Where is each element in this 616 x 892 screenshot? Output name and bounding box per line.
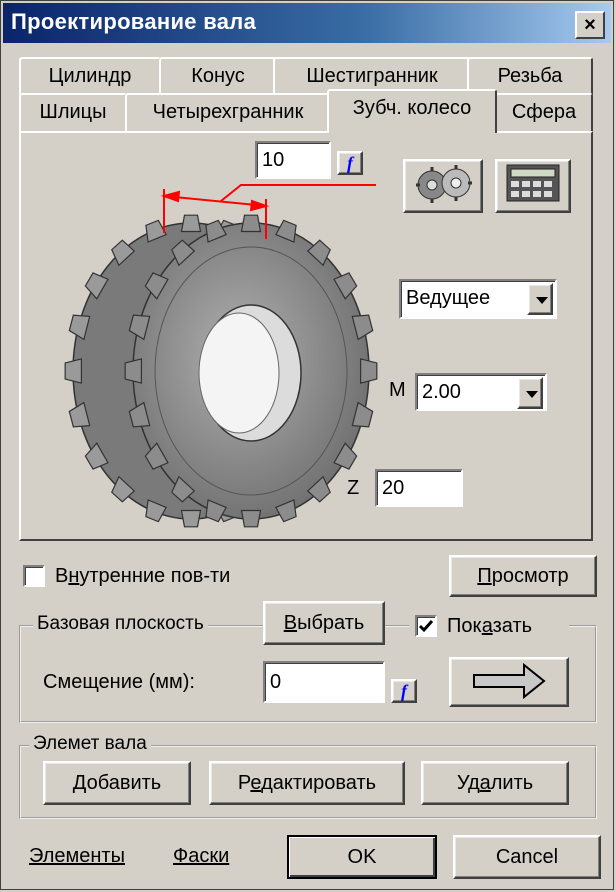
delete-element-button[interactable]: Удалить — [421, 761, 569, 805]
direction-button[interactable] — [449, 657, 569, 707]
tab-cylinder[interactable]: Цилиндр — [19, 57, 161, 95]
shaft-element-label: Элемет вала — [29, 733, 151, 755]
add-element-button[interactable]: Добавить — [43, 761, 191, 805]
chamfers-link[interactable]: Фаски — [173, 845, 229, 868]
tab-splines[interactable]: Шлицы — [19, 93, 127, 131]
chevron-down-icon[interactable] — [527, 283, 553, 315]
calculator-icon — [506, 164, 560, 202]
gear-type-value: Ведущее — [406, 287, 491, 309]
internal-surfaces-label: Внутренние пов-ти — [55, 565, 231, 587]
cancel-button[interactable]: Cancel — [453, 835, 601, 879]
elements-link[interactable]: Элементы — [29, 845, 125, 868]
offset-formula-button[interactable]: f — [391, 679, 417, 703]
gear-illustration — [64, 184, 378, 528]
window-title: Проектирование вала — [11, 9, 257, 34]
internal-surfaces-checkbox[interactable] — [23, 565, 45, 587]
module-value: 2.00 — [422, 381, 461, 403]
dialog-window: Проектирование вала × Цилиндр Конус Шест… — [0, 0, 614, 890]
show-checkbox[interactable] — [415, 615, 437, 637]
gear-tooth — [180, 509, 202, 528]
tab-cone[interactable]: Конус — [159, 57, 277, 95]
gear-tooth — [124, 358, 143, 384]
offset-input[interactable] — [263, 661, 385, 703]
calculator-button[interactable] — [495, 159, 571, 213]
teeth-label: Z — [347, 477, 360, 499]
teeth-count-input[interactable] — [375, 469, 463, 507]
offset-label: Смещение (мм): — [43, 671, 195, 693]
ok-button[interactable]: OK — [287, 835, 437, 879]
right-arrow-icon — [473, 662, 546, 700]
gear-tooth — [359, 358, 378, 384]
gear-tooth — [240, 509, 262, 528]
gear-tooth — [64, 358, 83, 384]
tab-gear[interactable]: Зубч. колесо — [327, 89, 497, 133]
module-select[interactable]: 2.00 — [415, 373, 547, 411]
gear-body — [64, 214, 378, 528]
dimension-input[interactable] — [255, 141, 331, 179]
gear-tooth — [240, 214, 262, 233]
gear-type-select[interactable]: Ведущее — [399, 279, 557, 319]
edit-element-button[interactable]: Редактировать — [209, 761, 405, 805]
preview-button[interactable]: Просмотр — [449, 555, 597, 597]
gear-pair-button[interactable] — [403, 159, 483, 213]
gear-tooth — [180, 214, 202, 233]
base-plane-label: Базовая плоскость — [33, 613, 208, 635]
gear-pair-icon — [416, 165, 472, 203]
select-plane-button[interactable]: Выбрать — [263, 601, 385, 645]
dimension-formula-button[interactable]: f — [337, 151, 363, 175]
title-bar[interactable]: Проектирование вала × — [3, 3, 611, 43]
tab-square[interactable]: Четырехгранник — [125, 93, 331, 131]
module-label: M — [389, 379, 406, 401]
close-button[interactable]: × — [575, 11, 605, 39]
checkmark-icon — [418, 620, 434, 633]
tab-sphere[interactable]: Сфера — [495, 93, 593, 131]
chevron-down-icon[interactable] — [517, 377, 543, 409]
show-label: Показать — [447, 615, 533, 637]
